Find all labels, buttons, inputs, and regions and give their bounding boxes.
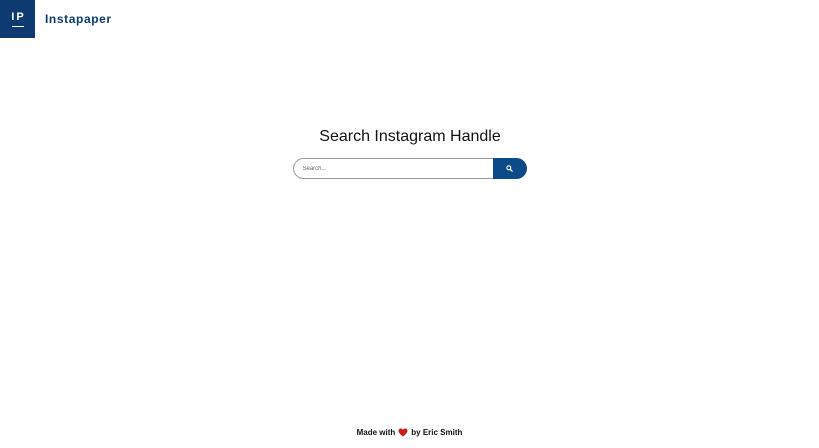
- brand-name[interactable]: Instapaper: [45, 12, 112, 26]
- footer-author[interactable]: by Eric Smith: [411, 428, 462, 437]
- heart-icon: [398, 428, 408, 437]
- search-bar: [292, 158, 527, 179]
- search-input[interactable]: [292, 158, 493, 179]
- search-button[interactable]: [492, 158, 527, 179]
- logo-text: IP: [11, 10, 26, 23]
- footer-made-with: Made with: [356, 427, 396, 437]
- logo[interactable]: IP: [0, 0, 35, 38]
- footer: Made with by Eric Smith: [0, 426, 819, 438]
- page: IP Instapaper Search Instagram Handle Ma…: [0, 0, 819, 448]
- page-title: Search Instagram Handle: [319, 128, 501, 145]
- search-section: Search Instagram Handle: [0, 127, 819, 179]
- logo-underline: [11, 25, 24, 27]
- search-icon: [506, 165, 513, 172]
- header: IP Instapaper: [0, 0, 112, 38]
